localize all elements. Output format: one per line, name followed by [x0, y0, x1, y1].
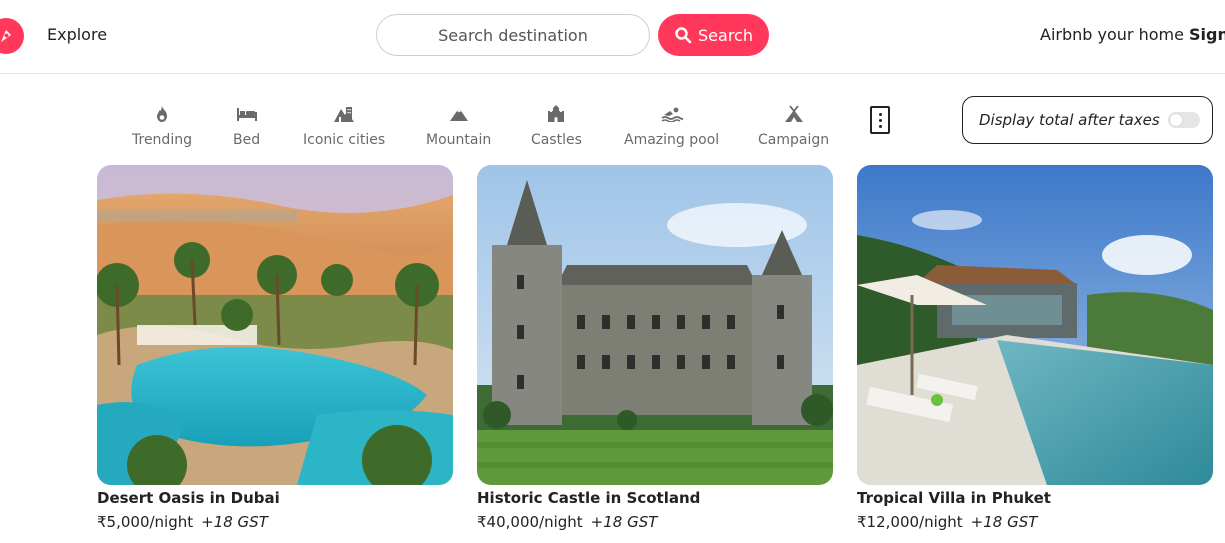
category-label: Castles	[531, 132, 582, 148]
category-label: Amazing pool	[624, 132, 720, 148]
more-categories-button[interactable]	[870, 106, 890, 134]
price-row: ₹12,000/night +18 GST	[857, 513, 1213, 531]
listing-photo[interactable]	[97, 165, 453, 485]
compass-logo-icon[interactable]	[0, 18, 24, 54]
listing-price: ₹40,000/night	[477, 513, 583, 531]
tax-toggle-label: Display total after taxes	[979, 111, 1160, 129]
listing-card[interactable]: Tropical Villa in Phuket ₹12,000/night +1…	[857, 165, 1213, 531]
mountain-icon	[448, 104, 470, 124]
listing-title[interactable]: Desert Oasis in Dubai	[97, 489, 453, 507]
listing-gst: +18 GST	[201, 513, 268, 531]
category-bed[interactable]: Bed	[233, 104, 260, 148]
castle-icon	[545, 104, 567, 124]
search-input[interactable]	[376, 14, 650, 56]
listing-title[interactable]: Historic Castle in Scotland	[477, 489, 833, 507]
category-label: Mountain	[426, 132, 492, 148]
listing-gst: +18 GST	[590, 513, 658, 531]
search-button-label: Search	[698, 25, 753, 45]
category-iconic-cities[interactable]: Iconic cities	[303, 104, 385, 148]
bed-icon	[236, 104, 258, 124]
kebab-menu-icon	[878, 112, 882, 116]
top-navbar: Explore Search Airbnb your home Sign	[0, 0, 1225, 74]
listing-price: ₹5,000/night	[97, 513, 194, 531]
listing-photo[interactable]	[477, 165, 833, 485]
category-label: Iconic cities	[303, 132, 386, 148]
category-trending[interactable]: Trending	[132, 104, 192, 148]
listing-title[interactable]: Tropical Villa in Phuket	[857, 489, 1213, 507]
airbnb-your-home-link[interactable]: Airbnb your home	[1040, 25, 1184, 44]
search-icon	[675, 27, 692, 44]
category-castles[interactable]: Castles	[531, 104, 582, 148]
swimmer-icon	[661, 104, 683, 124]
tent-icon	[783, 104, 805, 124]
category-label: Bed	[233, 132, 261, 148]
listing-gst: +18 GST	[970, 513, 1038, 531]
category-campaign[interactable]: Campaign	[758, 104, 829, 148]
search-button[interactable]: Search	[658, 14, 769, 56]
listing-card[interactable]: Historic Castle in Scotland ₹40,000/nigh…	[477, 165, 833, 531]
price-row: ₹5,000/night +18 GST	[97, 513, 453, 531]
explore-link[interactable]: Explore	[47, 25, 107, 44]
listing-card[interactable]: Desert Oasis in Dubai ₹5,000/night +18 GS…	[97, 165, 453, 531]
city-icon	[333, 104, 355, 124]
display-total-after-taxes-toggle[interactable]: Display total after taxes	[962, 96, 1213, 144]
category-label: Campaign	[758, 132, 830, 148]
sign-in-link[interactable]: Sign	[1189, 25, 1225, 44]
toggle-switch[interactable]	[1167, 112, 1200, 128]
category-amazing-pool[interactable]: Amazing pool	[624, 104, 719, 148]
category-label: Trending	[132, 132, 192, 148]
fire-icon	[151, 104, 173, 124]
price-row: ₹40,000/night +18 GST	[477, 513, 833, 531]
category-mountain[interactable]: Mountain	[426, 104, 491, 148]
listing-price: ₹12,000/night	[857, 513, 963, 531]
listing-photo[interactable]	[857, 165, 1213, 485]
